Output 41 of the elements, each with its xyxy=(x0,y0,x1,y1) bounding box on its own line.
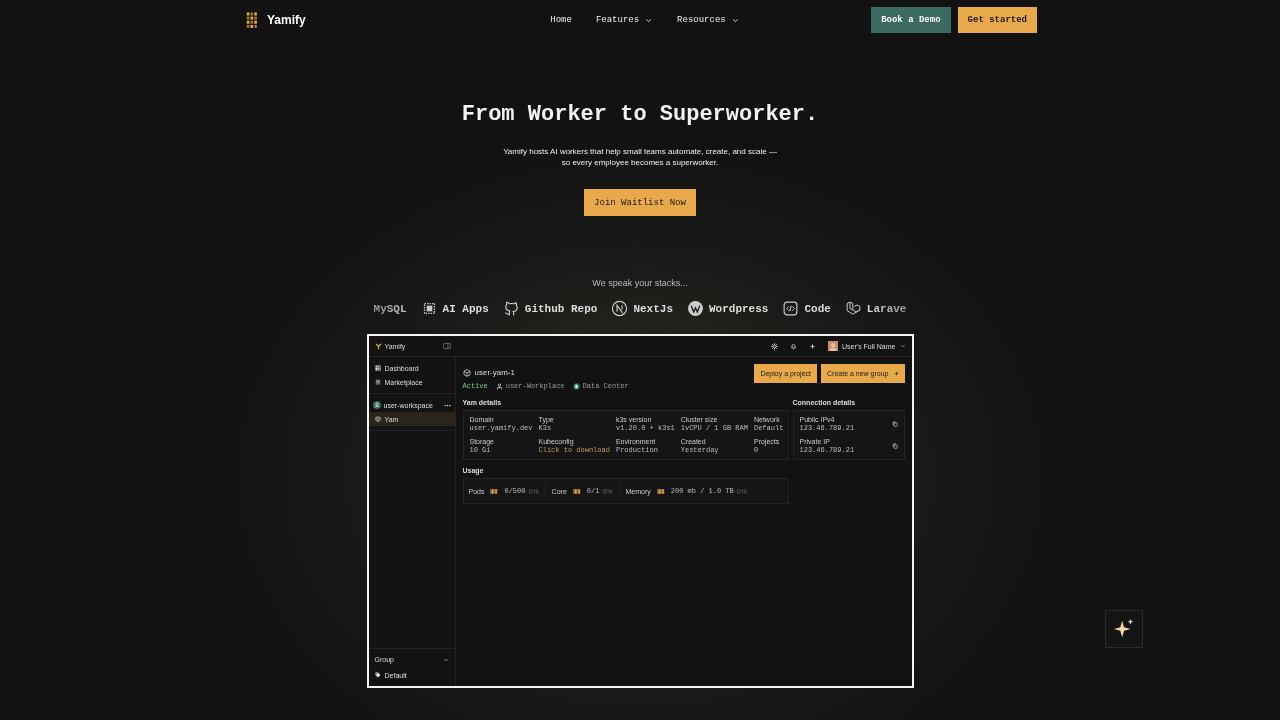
stack-name: Larave xyxy=(866,302,907,315)
yam-title: user-yam-1 xyxy=(474,368,515,377)
logo-icon xyxy=(374,342,382,350)
nav-link[interactable]: Home xyxy=(550,15,572,25)
sparkle-icon xyxy=(809,342,817,350)
plus-icon xyxy=(893,371,899,376)
stack-name: MySQL xyxy=(373,302,407,315)
cube-icon xyxy=(462,368,471,377)
stack-name: Github Repo xyxy=(524,302,598,315)
cubes-icon xyxy=(844,300,862,317)
hero-subtitle: Yamify hosts AI workers that help small teams automate, create, and scale — so every employee becomes a superworker. xyxy=(502,146,778,168)
avatar-icon xyxy=(828,341,839,351)
grid-icon xyxy=(374,365,381,371)
sidebar-toggle-icon xyxy=(442,342,451,350)
settings-icon xyxy=(771,342,779,350)
cube-icon xyxy=(374,416,381,422)
nav-link[interactable]: Features xyxy=(595,15,654,25)
copy-icon xyxy=(891,443,898,449)
bell-icon xyxy=(790,342,798,350)
network-icon xyxy=(495,382,503,390)
github-icon xyxy=(502,300,520,317)
stack-name: Wordpress xyxy=(709,302,769,315)
get-started-button[interactable]: Get started xyxy=(957,7,1037,33)
stacks-caption: We speak your stacks... xyxy=(592,278,688,288)
brand-name: Yamify xyxy=(267,13,306,27)
stack-name: Code xyxy=(804,302,831,315)
server-icon xyxy=(572,382,580,390)
code-icon xyxy=(782,300,800,317)
copy-icon xyxy=(891,421,898,427)
chevron-down-icon xyxy=(899,343,906,349)
n-circle-icon xyxy=(611,300,629,317)
w-circle-icon xyxy=(687,300,704,317)
nav-link[interactable]: Resources xyxy=(677,15,740,25)
chevron-down-icon xyxy=(442,656,449,663)
stack-name: NextJs xyxy=(633,302,673,315)
demo-button[interactable]: Book a Demo xyxy=(871,7,951,33)
ai-assistant-button[interactable] xyxy=(1105,610,1143,648)
hero-title: From Worker to Superworker. xyxy=(461,102,819,127)
stack-name: AI Apps xyxy=(442,302,489,315)
workspace-icon xyxy=(372,401,381,409)
waitlist-button[interactable]: Join Waitlist Now xyxy=(584,189,696,216)
